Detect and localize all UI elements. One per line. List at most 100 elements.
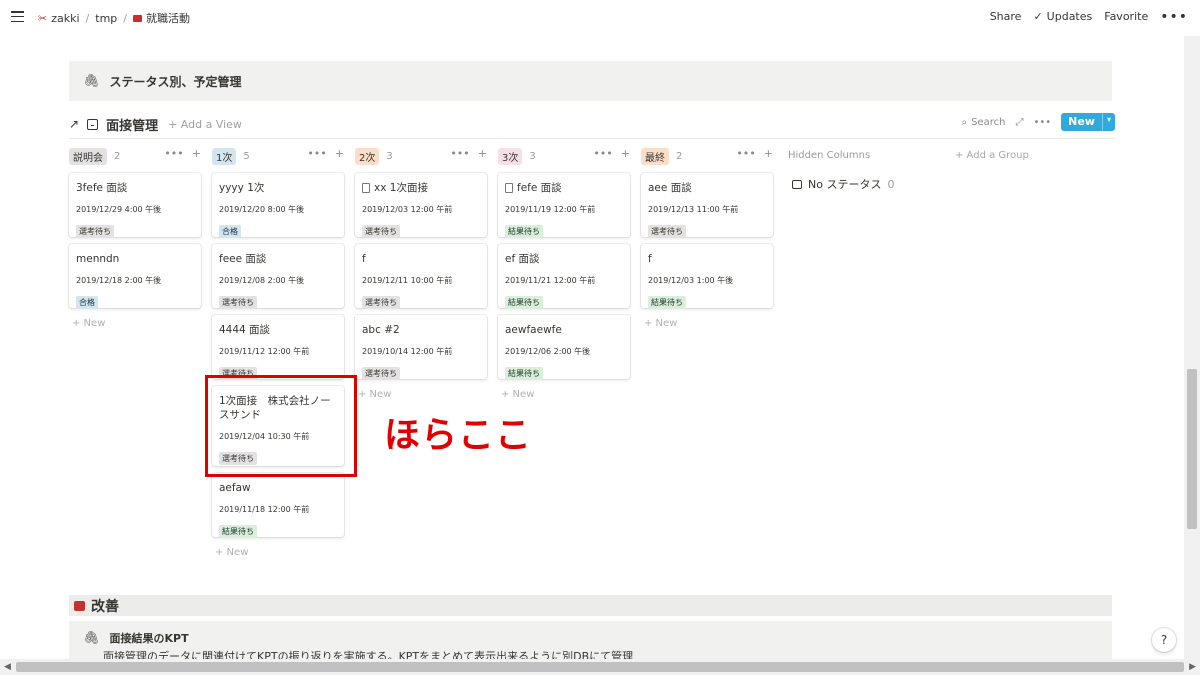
card-title: abc #2 bbox=[362, 324, 400, 336]
status-badge: 結果待ち bbox=[505, 296, 543, 309]
callout-text: ステータス別、予定管理 bbox=[109, 74, 242, 89]
board-card[interactable]: xx 1次面接 2019/12/03 12:00 午前 選考待ち bbox=[355, 173, 487, 238]
kpt-callout[interactable]: 🖇 面接結果のKPT 面接管理のデータに関連付けてKPTの振り返りを実施する。K… bbox=[69, 621, 1112, 659]
card-date: 2019/12/06 2:00 午後 bbox=[505, 347, 591, 356]
horizontal-scroll-thumb[interactable] bbox=[16, 662, 1184, 672]
card-title: f bbox=[648, 253, 652, 265]
expand-icon[interactable]: ⤢ bbox=[1015, 117, 1023, 128]
column-header: 1次 5 ••• + bbox=[212, 147, 344, 165]
status-badge: 選考待ち bbox=[648, 225, 686, 238]
card-date: 2019/12/18 2:00 午後 bbox=[76, 276, 162, 285]
paperclip-icon: 🖇 bbox=[83, 73, 100, 89]
breadcrumb-page[interactable]: 就職活動 bbox=[132, 10, 190, 26]
section-heading[interactable]: 改善 bbox=[69, 595, 1112, 616]
workspace-icon: ✂ bbox=[38, 11, 48, 25]
column-more-icon[interactable]: ••• bbox=[164, 147, 183, 160]
add-view-button[interactable]: + Add a View bbox=[168, 118, 242, 131]
board-card[interactable]: f 2019/12/11 10:00 午前 選考待ち bbox=[355, 244, 487, 309]
card-date: 2019/12/08 2:00 午後 bbox=[219, 276, 305, 285]
breadcrumb-separator: / bbox=[85, 11, 90, 25]
board-card[interactable]: 3fefe 面談 2019/12/29 4:00 午後 選考待ち bbox=[69, 173, 201, 238]
column-more-icon[interactable]: ••• bbox=[307, 147, 326, 160]
board-card[interactable]: ef 面談 2019/11/21 12:00 午前結果待ち bbox=[498, 244, 630, 309]
column-add-icon[interactable]: + bbox=[764, 147, 773, 160]
column-name-tag[interactable]: 最終 bbox=[641, 147, 669, 165]
column-more-icon[interactable]: ••• bbox=[450, 147, 469, 160]
card-title: aewfaewfe bbox=[505, 324, 562, 336]
column-new-button[interactable]: + New bbox=[501, 389, 534, 400]
hidden-column-no-status[interactable]: No ステータス 0 bbox=[792, 176, 894, 192]
column-more-icon[interactable]: ••• bbox=[736, 147, 755, 160]
column-name-tag[interactable]: 説明会 bbox=[69, 147, 107, 165]
board-card[interactable]: aefaw 2019/11/18 12:00 午前 結果待ち bbox=[212, 473, 344, 538]
share-button[interactable]: Share bbox=[990, 10, 1022, 23]
column-more-icon[interactable]: ••• bbox=[593, 147, 612, 160]
breadcrumb-workspace[interactable]: ✂ zakki bbox=[38, 12, 80, 25]
card-date: 2019/12/29 4:00 午後 bbox=[76, 205, 162, 214]
card-date: 2019/11/18 12:00 午前 bbox=[219, 505, 310, 514]
horizontal-scrollbar[interactable]: ◀ ▶ bbox=[0, 659, 1200, 675]
new-button[interactable]: New ▾ bbox=[1061, 113, 1115, 131]
board-divider bbox=[69, 138, 1115, 139]
new-button-label: New bbox=[1068, 115, 1095, 128]
board-card[interactable]: aewfaewfe 2019/12/06 2:00 午後 結果待ち bbox=[498, 315, 630, 380]
board-more-icon[interactable]: ••• bbox=[1033, 117, 1051, 128]
column-add-icon[interactable]: + bbox=[621, 147, 630, 160]
search-button[interactable]: ⌕ Search bbox=[961, 117, 1005, 128]
column-name-tag[interactable]: 1次 bbox=[212, 147, 237, 165]
card-title-row: 3fefe 面談 bbox=[76, 181, 194, 195]
more-options-icon[interactable]: ••• bbox=[1160, 10, 1188, 24]
card-title: aee 面談 bbox=[648, 182, 692, 194]
page-icon bbox=[362, 183, 370, 193]
column-tools: ••• + bbox=[593, 147, 630, 160]
board-card[interactable]: abc #2 2019/10/14 12:00 午前 選考待ち bbox=[355, 315, 487, 380]
column-header: 説明会 2 ••• + bbox=[69, 147, 201, 165]
annotation-text: ほらここ bbox=[384, 415, 533, 456]
callout-block[interactable]: 🖇 ステータス別、予定管理 bbox=[69, 61, 1112, 101]
column-tools: ••• + bbox=[450, 147, 487, 160]
card-date: 2019/11/12 12:00 午前 bbox=[219, 347, 310, 356]
card-title: aefaw bbox=[219, 482, 251, 494]
kpt-title: 面接結果のKPT bbox=[109, 632, 189, 645]
board-card[interactable]: aee 面談 2019/12/13 11:00 午前 選考待ち bbox=[641, 173, 773, 238]
board-card[interactable]: f 2019/12/03 1:00 午後 結果待ち bbox=[641, 244, 773, 309]
status-badge: 選考待ち bbox=[362, 225, 400, 238]
card-title-row: menndn bbox=[76, 252, 194, 266]
card-title: fefe 面談 bbox=[517, 182, 562, 194]
sidebar-toggle-icon[interactable] bbox=[11, 11, 24, 22]
updates-button[interactable]: ✓ Updates bbox=[1033, 10, 1092, 23]
board-card[interactable]: yyyy 1次 2019/12/20 8:00 午後 合格 bbox=[212, 173, 344, 238]
card-date: 2019/11/21 12:00 午前 bbox=[505, 276, 596, 285]
board-title[interactable]: 面接管理 bbox=[106, 115, 158, 134]
help-button[interactable]: ? bbox=[1152, 628, 1176, 652]
card-date: 2019/12/03 12:00 午前 bbox=[362, 205, 453, 214]
breadcrumb-folder[interactable]: tmp bbox=[95, 12, 117, 25]
column-header: 3次 3 ••• + bbox=[498, 147, 630, 165]
board-card[interactable]: feee 面談 2019/12/08 2:00 午後 選考待ち bbox=[212, 244, 344, 309]
scroll-right-icon[interactable]: ▶ bbox=[1189, 662, 1196, 672]
scroll-left-icon[interactable]: ◀ bbox=[4, 662, 11, 672]
column-name-tag[interactable]: 3次 bbox=[498, 147, 523, 165]
column-name-tag[interactable]: 2次 bbox=[355, 147, 380, 165]
favorite-button[interactable]: Favorite bbox=[1104, 10, 1148, 23]
column-add-icon[interactable]: + bbox=[478, 147, 487, 160]
column-new-button[interactable]: + New bbox=[72, 318, 105, 329]
vertical-scrollbar[interactable] bbox=[1184, 36, 1200, 660]
column-new-button[interactable]: + New bbox=[358, 389, 391, 400]
column-add-icon[interactable]: + bbox=[335, 147, 344, 160]
no-status-label: No ステータス bbox=[808, 178, 882, 191]
annotation-highlight-box bbox=[205, 375, 357, 477]
card-title-row: fefe 面談 bbox=[505, 181, 623, 195]
column-add-icon[interactable]: + bbox=[192, 147, 201, 160]
card-title-row: ef 面談 bbox=[505, 252, 623, 266]
status-badge: 合格 bbox=[219, 225, 241, 238]
board-card[interactable]: menndn 2019/12/18 2:00 午後 合格 bbox=[69, 244, 201, 309]
chevron-down-icon[interactable]: ▾ bbox=[1101, 113, 1115, 131]
board-card[interactable]: 4444 面談 2019/11/12 12:00 午前 選考待ち bbox=[212, 315, 344, 380]
board-card[interactable]: fefe 面談 2019/11/19 12:00 午前 結果待ち bbox=[498, 173, 630, 238]
add-group-button[interactable]: + Add a Group bbox=[955, 150, 1029, 161]
open-as-page-icon[interactable]: ↗ bbox=[69, 117, 79, 131]
vertical-scroll-thumb[interactable] bbox=[1187, 369, 1197, 529]
column-new-button[interactable]: + New bbox=[215, 547, 248, 558]
column-new-button[interactable]: + New bbox=[644, 318, 677, 329]
